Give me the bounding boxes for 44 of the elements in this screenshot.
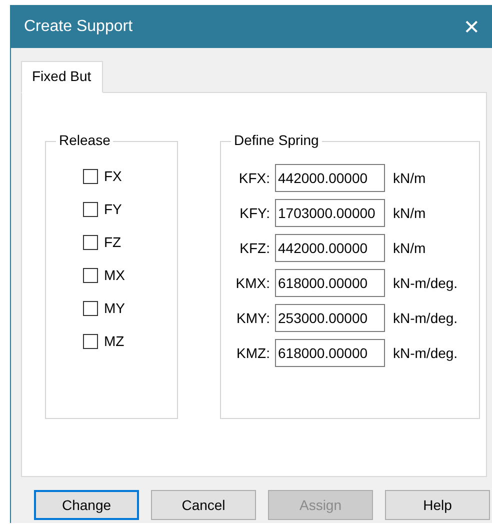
checkbox-label: MY [104, 300, 125, 316]
field-label: KMX: [234, 275, 270, 291]
input-field[interactable]: 253000.00000 [275, 304, 385, 332]
checkbox-label: FZ [104, 234, 122, 250]
input-field[interactable]: 442000.00000 [275, 164, 385, 192]
checkbox[interactable] [83, 300, 98, 316]
unit-label: kN/m [393, 240, 426, 256]
release-checkbox[interactable]: MX [83, 267, 157, 283]
field-label: KFX: [238, 170, 270, 186]
dialog-button[interactable]: Change [34, 490, 139, 520]
checkbox-label: FY [104, 201, 122, 217]
unit-label: kN-m/deg. [393, 310, 458, 326]
group-title: Define Spring [231, 132, 322, 148]
checkbox-label: MZ [104, 333, 124, 349]
checkbox[interactable] [83, 234, 98, 250]
release-checkbox[interactable]: MZ [83, 333, 157, 349]
unit-label: kN-m/deg. [393, 345, 458, 361]
input-field[interactable]: 618000.00000 [275, 269, 385, 297]
group-title: Release [56, 132, 114, 148]
input-field[interactable]: 442000.00000 [275, 234, 385, 262]
checkbox[interactable] [83, 268, 98, 282]
field-label: KMZ: [236, 345, 270, 361]
unit-label: kN/m [393, 170, 426, 186]
close-button[interactable]: ✕ [459, 14, 484, 38]
checkbox[interactable] [83, 168, 98, 184]
input-field[interactable]: 1703000.00000 [275, 199, 385, 227]
checkbox-label: MX [104, 267, 125, 283]
release-checkbox[interactable]: FZ [83, 234, 157, 250]
checkbox[interactable] [83, 202, 98, 216]
unit-label: kN-m/deg. [393, 275, 458, 291]
input-field[interactable]: 618000.00000 [275, 339, 385, 367]
unit-label: kN/m [393, 205, 426, 221]
tab[interactable]: Fixed But [21, 61, 104, 93]
release-checkbox[interactable]: FY [83, 201, 157, 217]
release-checkbox[interactable]: FX [83, 168, 157, 184]
field-label: KMY: [236, 310, 270, 326]
dialog-button[interactable]: Help [385, 490, 490, 520]
release-checkbox[interactable]: MY [83, 300, 157, 316]
checkbox-label: FX [104, 168, 122, 184]
dialog-button[interactable]: Cancel [151, 490, 256, 520]
field-label: KFZ: [238, 240, 270, 256]
checkbox[interactable] [83, 334, 98, 348]
window-title: Create Support [24, 18, 133, 36]
field-label: KFY: [238, 205, 270, 221]
